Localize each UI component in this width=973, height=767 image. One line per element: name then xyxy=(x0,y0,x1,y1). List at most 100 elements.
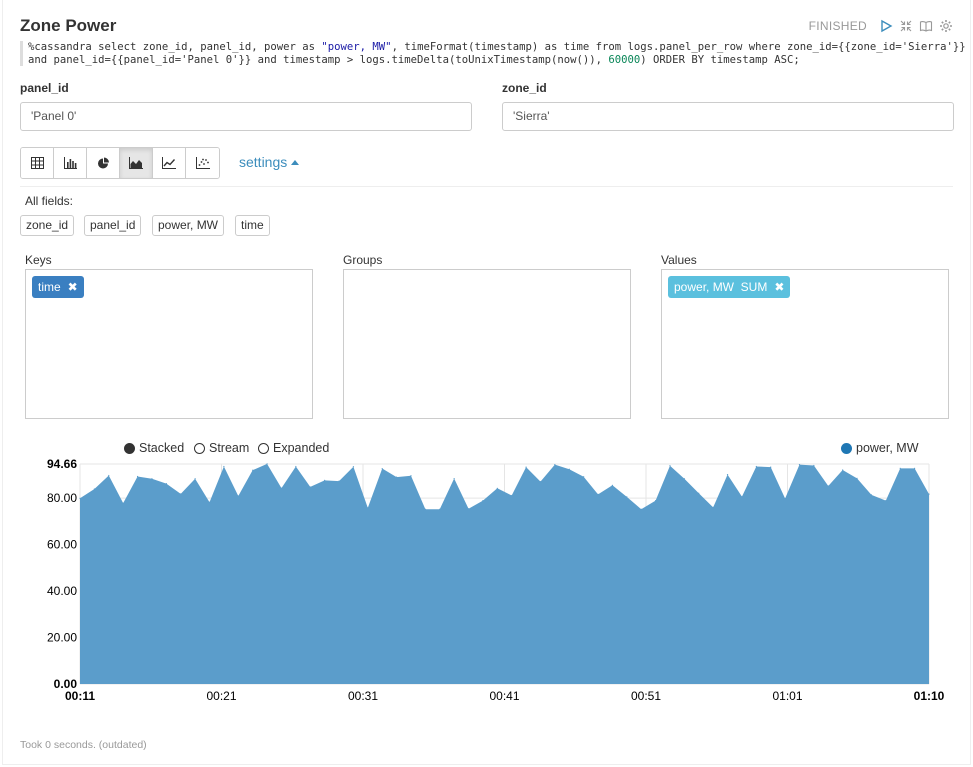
x-tick-label: 00:51 xyxy=(631,689,661,703)
data-point xyxy=(568,468,570,470)
data-point xyxy=(280,487,283,489)
settings-label: settings xyxy=(239,154,288,170)
data-point xyxy=(424,508,426,510)
data-point xyxy=(611,484,614,486)
play-icon[interactable] xyxy=(879,19,893,33)
data-point xyxy=(395,476,398,478)
data-point xyxy=(208,501,211,503)
data-point xyxy=(914,467,916,469)
table-view-button[interactable] xyxy=(21,148,54,178)
data-point xyxy=(525,466,527,468)
all-fields-label: All fields: xyxy=(25,194,74,208)
data-point xyxy=(79,497,81,499)
data-point xyxy=(784,497,786,500)
visualization-toolbar xyxy=(20,147,220,179)
data-point xyxy=(266,463,268,465)
caret-up-icon xyxy=(291,160,300,165)
field-chip-power[interactable]: power, MW xyxy=(152,215,225,236)
panel-id-input[interactable]: 'Panel 0' xyxy=(20,102,472,131)
area-chart-button[interactable] xyxy=(120,148,153,178)
y-tick-label: 20.00 xyxy=(47,631,77,645)
data-point xyxy=(237,495,239,497)
settings-divider xyxy=(20,186,953,187)
data-point xyxy=(885,500,887,502)
groups-label: Groups xyxy=(343,253,383,267)
data-point xyxy=(482,500,484,502)
data-point xyxy=(338,480,340,482)
data-point xyxy=(827,485,829,487)
groups-drop-zone[interactable] xyxy=(343,269,631,419)
remove-icon[interactable]: ✖ xyxy=(68,280,78,294)
code-text: and panel_id={{panel_id='Panel 0'}} and … xyxy=(28,53,609,66)
code-string: "power, MW" xyxy=(321,41,392,53)
pie-chart-button[interactable] xyxy=(87,148,120,178)
x-tick-label: 00:21 xyxy=(206,689,236,703)
data-point xyxy=(381,467,383,470)
y-tick-label: 60.00 xyxy=(47,538,77,552)
data-point xyxy=(93,488,95,490)
data-point xyxy=(626,496,628,498)
x-tick-label: 00:41 xyxy=(489,689,519,703)
data-point xyxy=(295,465,297,468)
data-point xyxy=(669,465,671,467)
pie-chart-icon xyxy=(97,157,109,168)
data-point xyxy=(640,508,642,510)
zone-id-input[interactable]: 'Sierra' xyxy=(502,102,954,131)
data-point xyxy=(136,475,139,478)
values-label: Values xyxy=(661,253,697,267)
data-point xyxy=(122,502,124,504)
remove-icon[interactable]: ✖ xyxy=(774,280,784,294)
code-text: ) ORDER BY timestamp ASC; xyxy=(640,53,800,66)
scatter-chart-button[interactable] xyxy=(186,148,219,178)
data-point xyxy=(252,469,254,471)
data-point xyxy=(726,474,729,476)
field-chip-panel-id[interactable]: panel_id xyxy=(84,215,142,236)
scatter-chart-icon xyxy=(195,157,210,169)
data-point xyxy=(180,493,182,495)
code-text: , timeFormat(timestamp) as time from log… xyxy=(391,41,966,53)
keys-label: Keys xyxy=(25,253,52,267)
data-point xyxy=(554,464,556,466)
field-chip-zone-id[interactable]: zone_id xyxy=(20,215,75,236)
data-point xyxy=(453,477,455,480)
data-point xyxy=(194,478,196,480)
settings-toggle[interactable]: settings xyxy=(239,154,300,170)
book-icon[interactable] xyxy=(919,19,933,33)
line-chart-icon xyxy=(162,157,176,169)
keys-drop-zone[interactable]: time ✖ xyxy=(25,269,313,419)
data-point xyxy=(467,508,470,510)
data-point xyxy=(813,464,815,467)
series-area-power[interactable] xyxy=(80,463,929,684)
keys-tag-time[interactable]: time ✖ xyxy=(32,276,84,298)
data-point xyxy=(712,506,714,508)
keys-tag-label: time xyxy=(38,280,61,294)
data-point xyxy=(870,494,873,496)
data-point xyxy=(309,486,311,488)
data-point xyxy=(583,476,585,478)
paragraph-status-bar: FINISHED xyxy=(809,19,953,33)
paragraph-title[interactable]: Zone Power xyxy=(20,16,116,36)
gear-icon[interactable] xyxy=(939,19,953,33)
y-tick-label: 40.00 xyxy=(47,584,77,598)
values-drop-zone[interactable]: power, MW SUM ✖ xyxy=(661,269,949,419)
data-point xyxy=(654,500,657,502)
code-editor[interactable]: %cassandra select zone_id, panel_id, pow… xyxy=(20,41,966,66)
y-tick-label: 80.00 xyxy=(47,491,77,505)
data-point xyxy=(410,475,412,477)
data-point xyxy=(899,467,901,469)
footer-status: Took 0 seconds. (outdated) xyxy=(20,739,147,751)
data-point xyxy=(223,465,225,468)
data-point xyxy=(928,493,930,495)
data-point xyxy=(324,479,326,482)
field-chip-time[interactable]: time xyxy=(235,215,270,236)
collapse-icon[interactable] xyxy=(899,19,913,33)
line-chart-button[interactable] xyxy=(153,148,186,178)
x-tick-label: 01:01 xyxy=(772,689,802,703)
values-tag-label: power, MW SUM xyxy=(674,280,768,294)
values-tag-power[interactable]: power, MW SUM ✖ xyxy=(668,276,791,298)
table-icon xyxy=(30,157,44,169)
bar-chart-button[interactable] xyxy=(54,148,87,178)
bar-chart-icon xyxy=(63,157,77,169)
code-line-2: and panel_id={{panel_id='Panel 0'}} and … xyxy=(28,54,800,66)
area-chart[interactable]: 0.0020.0040.0060.0080.0094.6600:11 00:21 0… xyxy=(0,436,973,716)
